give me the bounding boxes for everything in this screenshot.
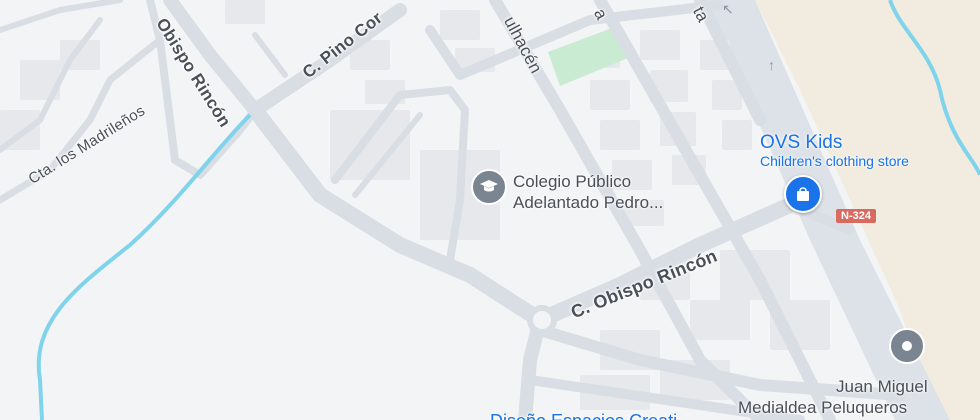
building-blocks: [0, 0, 830, 410]
poi-peluqueros-line1[interactable]: Juan Miguel: [836, 376, 928, 397]
one-way-arrow-icon: ↑: [768, 57, 775, 73]
one-way-arrow-icon: ↖: [722, 1, 734, 17]
roundabout: [527, 305, 557, 335]
poi-peluqueros-line2[interactable]: Medialdea Peluqueros: [738, 397, 907, 418]
place-pin-icon[interactable]: [889, 328, 925, 364]
poi-colegio-line2[interactable]: Adelantado Pedro...: [513, 192, 663, 213]
shopping-bag-icon[interactable]: [784, 175, 822, 213]
poi-ovs-title[interactable]: OVS Kids: [760, 132, 842, 154]
poi-colegio-line1[interactable]: Colegio Público: [513, 171, 631, 192]
school-icon[interactable]: [471, 169, 507, 205]
map-view[interactable]: ↖ ↑ Obispo Rincón C. Pino Cor Cta. los M…: [0, 0, 980, 420]
road-shield-n324: N-324: [836, 209, 876, 223]
map-base-layer: [0, 0, 980, 420]
poi-ovs-subtitle[interactable]: Children's clothing store: [760, 153, 909, 170]
poi-bottom-partial[interactable]: Diseño Espacios Creati: [490, 410, 677, 420]
